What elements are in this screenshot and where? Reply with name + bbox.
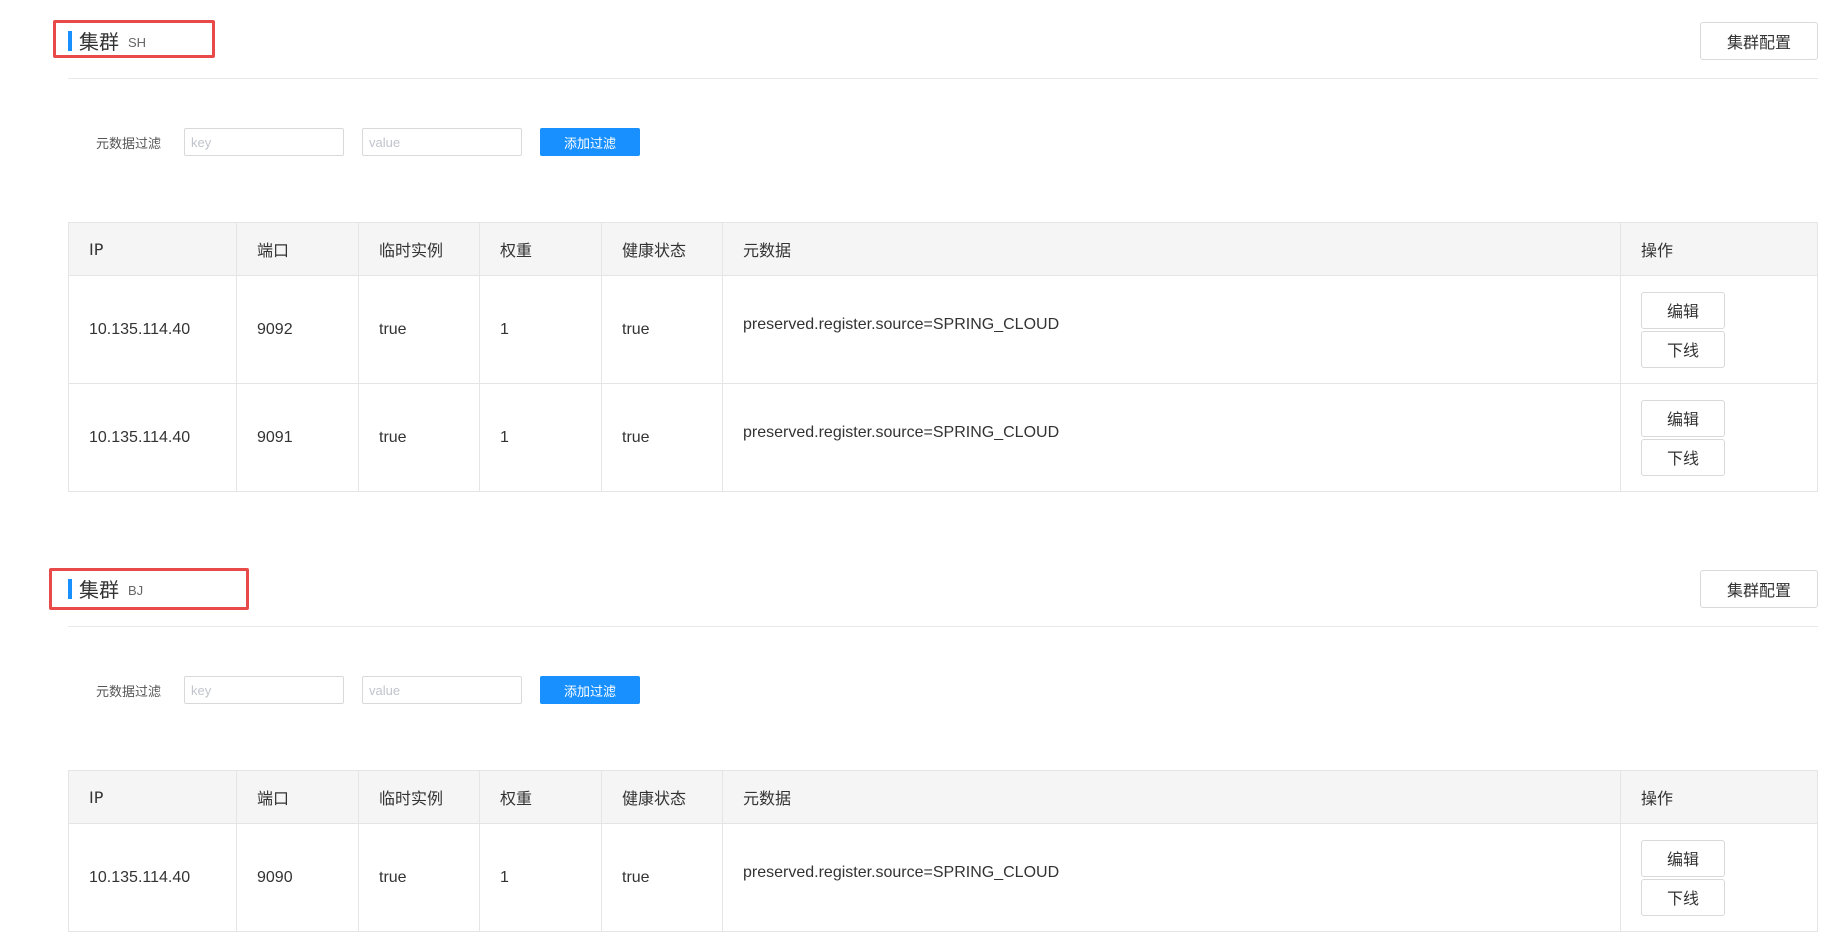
column-header-weight: 权重 [480, 771, 602, 823]
cell-metadata: preserved.register.source=SPRING_CLOUD [723, 276, 1621, 383]
column-header-metadata: 元数据 [723, 771, 1621, 823]
column-header-ip: IP [69, 223, 237, 275]
table-row: 10.135.114.40 9091 true 1 true preserved… [69, 384, 1817, 491]
column-header-weight: 权重 [480, 223, 602, 275]
table-row: 10.135.114.40 9092 true 1 true preserved… [69, 276, 1817, 384]
cell-ip: 10.135.114.40 [69, 276, 237, 383]
filter-key-input[interactable]: key [184, 676, 344, 704]
instance-table: IP 端口 临时实例 权重 健康状态 元数据 操作 10.135.114.40 … [68, 770, 1818, 932]
filter-value-input[interactable]: value [362, 128, 522, 156]
cell-healthy: true [602, 824, 723, 931]
cell-actions: 编辑 下线 [1621, 824, 1817, 931]
offline-button[interactable]: 下线 [1641, 330, 1725, 368]
column-header-ephemeral: 临时实例 [359, 771, 480, 823]
cell-ephemeral: true [359, 824, 480, 931]
edit-button[interactable]: 编辑 [1641, 291, 1725, 329]
edit-button[interactable]: 编辑 [1641, 399, 1725, 437]
highlight-box [49, 568, 249, 610]
offline-button[interactable]: 下线 [1641, 438, 1725, 476]
cell-port: 9091 [237, 384, 359, 491]
highlight-box [53, 20, 215, 58]
column-header-actions: 操作 [1641, 241, 1674, 260]
column-header-health: 健康状态 [602, 223, 723, 275]
cell-healthy: true [602, 384, 723, 491]
cell-port: 9090 [237, 824, 359, 931]
cell-ephemeral: true [359, 384, 480, 491]
cell-ephemeral: true [359, 276, 480, 383]
filter-key-input[interactable]: key [184, 128, 344, 156]
cluster-config-button[interactable]: 集群配置 [1700, 570, 1818, 608]
instance-table: IP 端口 临时实例 权重 健康状态 元数据 操作 10.135.114.40 … [68, 222, 1818, 492]
cluster-config-button[interactable]: 集群配置 [1700, 22, 1818, 60]
column-header-metadata: 元数据 [723, 223, 1621, 275]
add-filter-button[interactable]: 添加过滤 [540, 676, 640, 704]
cell-actions: 编辑 下线 [1621, 276, 1817, 383]
cluster-header: 集群 BJ 集群配置 [68, 548, 1818, 627]
table-header: IP 端口 临时实例 权重 健康状态 元数据 操作 [69, 223, 1817, 276]
metadata-filter-label: 元数据过滤 [96, 136, 162, 152]
column-header-ephemeral: 临时实例 [359, 223, 480, 275]
cluster-header: 集群 SH 集群配置 [68, 0, 1818, 79]
table-row: 10.135.114.40 9090 true 1 true preserved… [69, 824, 1817, 931]
metadata-filter-row: 元数据过滤 key value 添加过滤 [96, 127, 640, 157]
column-header-port: 端口 [237, 223, 359, 275]
metadata-filter-label: 元数据过滤 [96, 684, 162, 700]
offline-button[interactable]: 下线 [1641, 878, 1725, 916]
add-filter-button[interactable]: 添加过滤 [540, 128, 640, 156]
column-header-port: 端口 [237, 771, 359, 823]
edit-button[interactable]: 编辑 [1641, 839, 1725, 877]
cell-actions: 编辑 下线 [1621, 384, 1817, 491]
cell-ip: 10.135.114.40 [69, 824, 237, 931]
column-header-health: 健康状态 [602, 771, 723, 823]
cell-weight: 1 [480, 824, 602, 931]
cell-weight: 1 [480, 384, 602, 491]
metadata-filter-row: 元数据过滤 key value 添加过滤 [96, 675, 640, 705]
cell-weight: 1 [480, 276, 602, 383]
cell-port: 9092 [237, 276, 359, 383]
filter-value-input[interactable]: value [362, 676, 522, 704]
cell-healthy: true [602, 276, 723, 383]
cell-metadata: preserved.register.source=SPRING_CLOUD [723, 384, 1621, 491]
cell-ip: 10.135.114.40 [69, 384, 237, 491]
column-header-ip: IP [69, 771, 237, 823]
table-header: IP 端口 临时实例 权重 健康状态 元数据 操作 [69, 771, 1817, 824]
cell-metadata: preserved.register.source=SPRING_CLOUD [723, 824, 1621, 931]
column-header-actions: 操作 [1641, 789, 1674, 808]
